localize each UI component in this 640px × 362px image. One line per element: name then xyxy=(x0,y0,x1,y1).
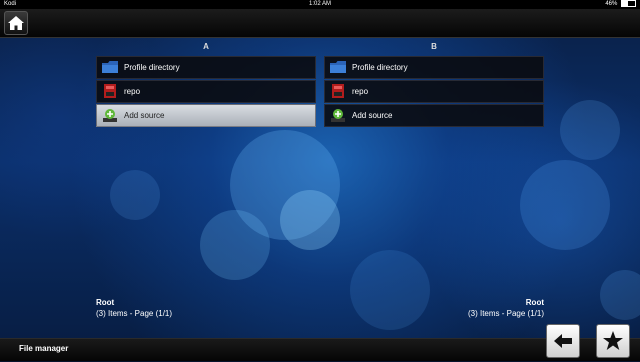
back-arrow-icon xyxy=(554,334,572,348)
list-item-label: Add source xyxy=(124,111,165,120)
back-button[interactable] xyxy=(546,324,580,358)
panel-a-path: Root xyxy=(96,298,115,307)
status-bar: Kodi 1:02 AM 46% xyxy=(0,0,640,9)
battery-percent: 46% xyxy=(605,1,618,8)
status-time: 1:02 AM xyxy=(308,1,331,7)
list-item-label: Add source xyxy=(352,111,393,120)
panel-a-item-count: (3) Items - Page (1/1) xyxy=(96,309,173,318)
list-item[interactable]: Add source xyxy=(324,104,544,127)
add-source-icon xyxy=(103,109,117,122)
star-icon xyxy=(603,331,623,350)
panel-b-item-count: (3) Items - Page (1/1) xyxy=(467,309,544,318)
list-item-label: Profile directory xyxy=(124,63,180,72)
list-item[interactable]: repo xyxy=(96,80,316,103)
list-item[interactable]: repo xyxy=(324,80,544,103)
panel-a-list: Profile directory repo Add source xyxy=(96,56,316,128)
favourites-button[interactable] xyxy=(596,324,630,358)
panel-b-path: Root xyxy=(525,298,544,307)
status-battery: 46% xyxy=(605,0,636,9)
top-bar xyxy=(0,9,640,38)
panel-b-footer: Root (3) Items - Page (1/1) xyxy=(468,297,544,319)
folder-icon xyxy=(330,61,346,73)
list-item-selected[interactable]: Add source xyxy=(96,104,316,127)
list-item-label: repo xyxy=(124,87,141,96)
list-item[interactable]: Profile directory xyxy=(324,56,544,79)
folder-icon xyxy=(102,61,118,73)
list-item[interactable]: Profile directory xyxy=(96,56,316,79)
window-title: File manager xyxy=(19,344,69,353)
list-item-label: Profile directory xyxy=(352,63,408,72)
bokeh-bubble xyxy=(280,190,340,250)
home-button[interactable] xyxy=(4,11,28,35)
repo-icon xyxy=(332,84,344,98)
home-icon xyxy=(8,16,24,30)
bokeh-bubble xyxy=(200,210,270,280)
panel-a-header: A xyxy=(203,42,209,51)
panel-b-header: B xyxy=(431,42,437,51)
bokeh-bubble xyxy=(560,100,620,160)
panel-b-list: Profile directory repo Add source xyxy=(324,56,544,128)
battery-icon xyxy=(621,0,636,7)
bottom-bar: File manager xyxy=(0,338,640,361)
bokeh-bubble xyxy=(600,270,640,320)
repo-icon xyxy=(104,84,116,98)
bokeh-bubble xyxy=(350,250,430,330)
bokeh-bubble xyxy=(520,160,610,250)
list-item-label: repo xyxy=(352,87,369,96)
panel-a-footer: Root (3) Items - Page (1/1) xyxy=(96,297,172,319)
bokeh-bubble xyxy=(110,170,160,220)
add-source-icon xyxy=(331,109,345,122)
